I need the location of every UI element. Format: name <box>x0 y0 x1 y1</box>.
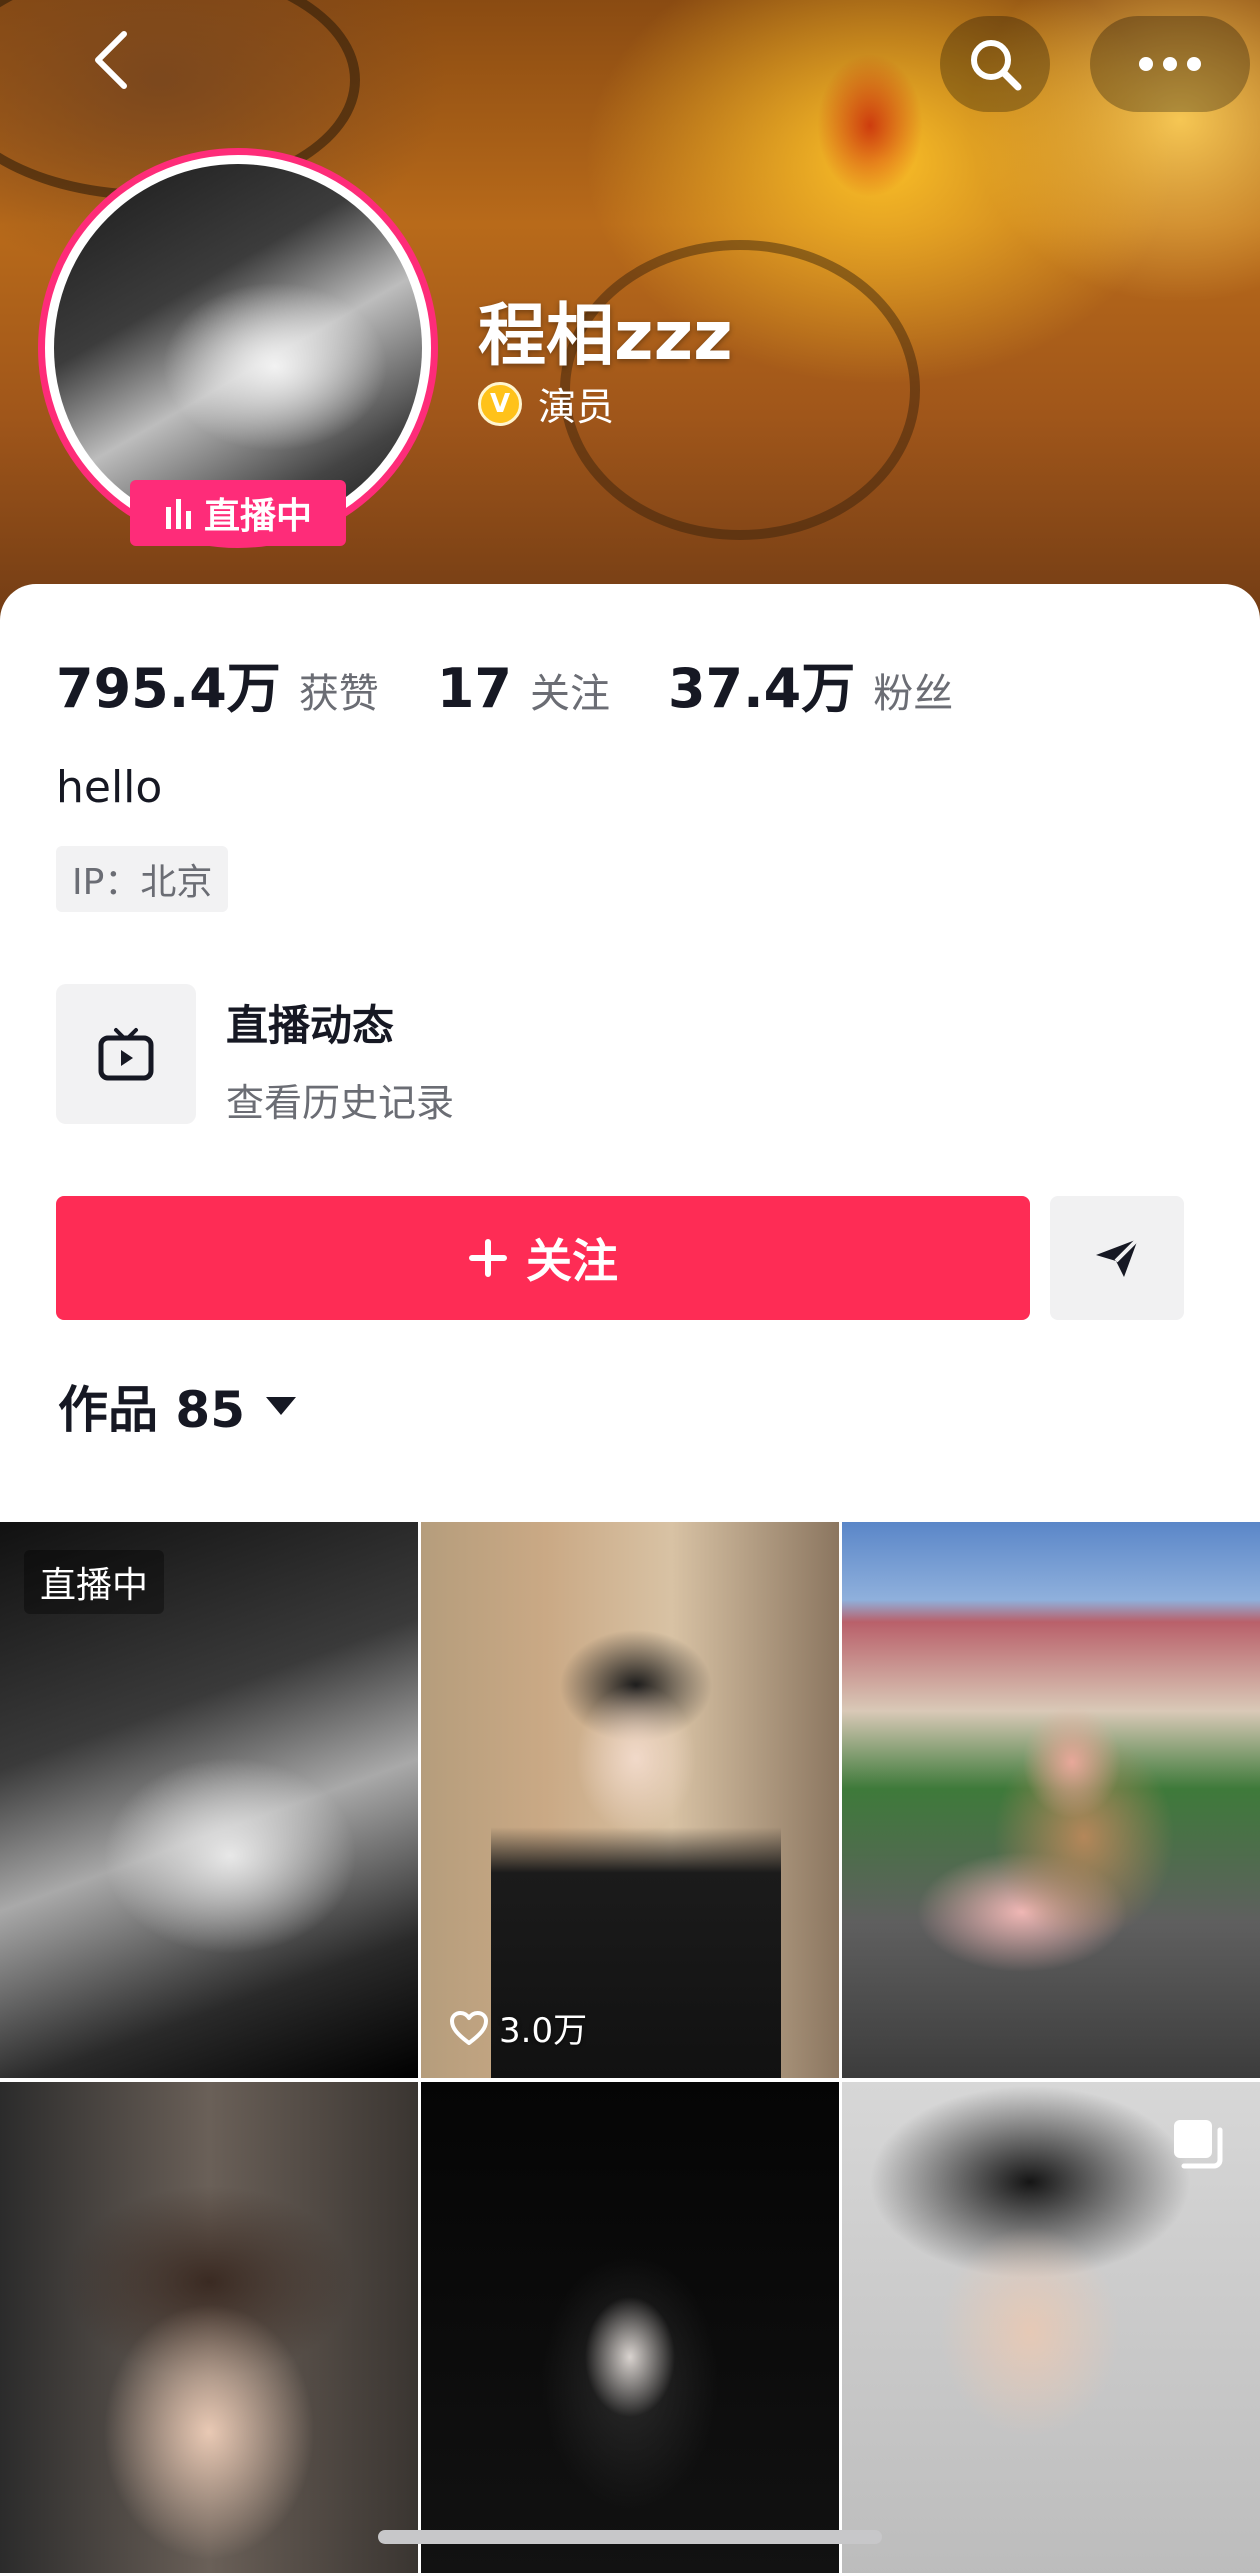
grid-item[interactable] <box>0 2082 418 2573</box>
user-name: 程相zzz <box>478 297 733 376</box>
stat-value: 17 <box>436 657 512 720</box>
works-tab[interactable]: 作品 85 <box>58 1370 299 1442</box>
tile-live-label: 直播中 <box>24 1550 165 1614</box>
live-history-title: 直播动态 <box>226 1001 395 1050</box>
heart-icon <box>450 2010 488 2045</box>
search-icon <box>971 40 1022 91</box>
grid-item[interactable]: 3.0万 <box>421 1522 839 2078</box>
caret-down-icon <box>266 1397 296 1415</box>
live-badge-label: 直播中 <box>203 496 312 537</box>
more-dots-icon <box>1139 57 1201 71</box>
banner-artwork <box>770 10 970 220</box>
stat-likes[interactable]: 795.4万 获赞 <box>56 644 379 723</box>
home-indicator[interactable] <box>378 2530 882 2544</box>
verified-title-label: 演员 <box>538 385 615 429</box>
search-button[interactable] <box>940 16 1050 112</box>
multi-image-icon <box>1174 2120 1223 2169</box>
tv-icon <box>56 984 196 1124</box>
back-button[interactable] <box>70 20 150 100</box>
stat-label: 粉丝 <box>873 671 954 717</box>
verified-title: V 演员 <box>478 376 614 431</box>
bio-text: hello <box>56 762 163 813</box>
grid-item[interactable]: 直播中 <box>0 1522 418 2078</box>
ip-location-tag: IP：北京 <box>56 846 229 912</box>
chevron-left-icon <box>95 31 127 89</box>
grid-item[interactable] <box>421 2082 839 2573</box>
stat-value: 795.4万 <box>56 657 281 720</box>
stat-following[interactable]: 17 关注 <box>437 657 610 720</box>
live-history-subtitle: 查看历史记录 <box>226 1081 455 1125</box>
avatar-image <box>54 164 422 532</box>
grid-item[interactable] <box>842 2082 1260 2573</box>
grid-item[interactable] <box>842 1522 1260 2078</box>
stat-label: 获赞 <box>298 671 379 717</box>
verified-badge-icon: V <box>478 381 522 426</box>
tile-likes: 3.0万 <box>449 2003 587 2052</box>
follow-label: 关注 <box>526 1234 618 1288</box>
more-button[interactable] <box>1090 16 1250 112</box>
stats-row: 795.4万 获赞 17 关注 37.4万 粉丝 <box>56 644 953 723</box>
follow-button[interactable]: 关注 <box>56 1196 1030 1320</box>
live-bars-icon <box>165 499 191 529</box>
works-tab-label: 作品 85 <box>58 1381 245 1439</box>
plus-icon <box>469 1239 507 1277</box>
live-badge[interactable]: 直播中 <box>130 480 346 546</box>
send-message-button[interactable] <box>1050 1196 1184 1320</box>
stat-value: 37.4万 <box>667 657 856 720</box>
stat-followers[interactable]: 37.4万 粉丝 <box>668 644 953 723</box>
stat-label: 关注 <box>529 671 610 717</box>
send-icon <box>1096 1237 1140 1277</box>
works-grid: 直播中 3.0万 <box>0 1522 1260 2573</box>
tile-likes-count: 3.0万 <box>499 2011 588 2051</box>
live-history-entry[interactable]: 直播动态 查看历史记录 <box>56 984 756 1125</box>
tile-thumbnail <box>952 1672 1192 1972</box>
